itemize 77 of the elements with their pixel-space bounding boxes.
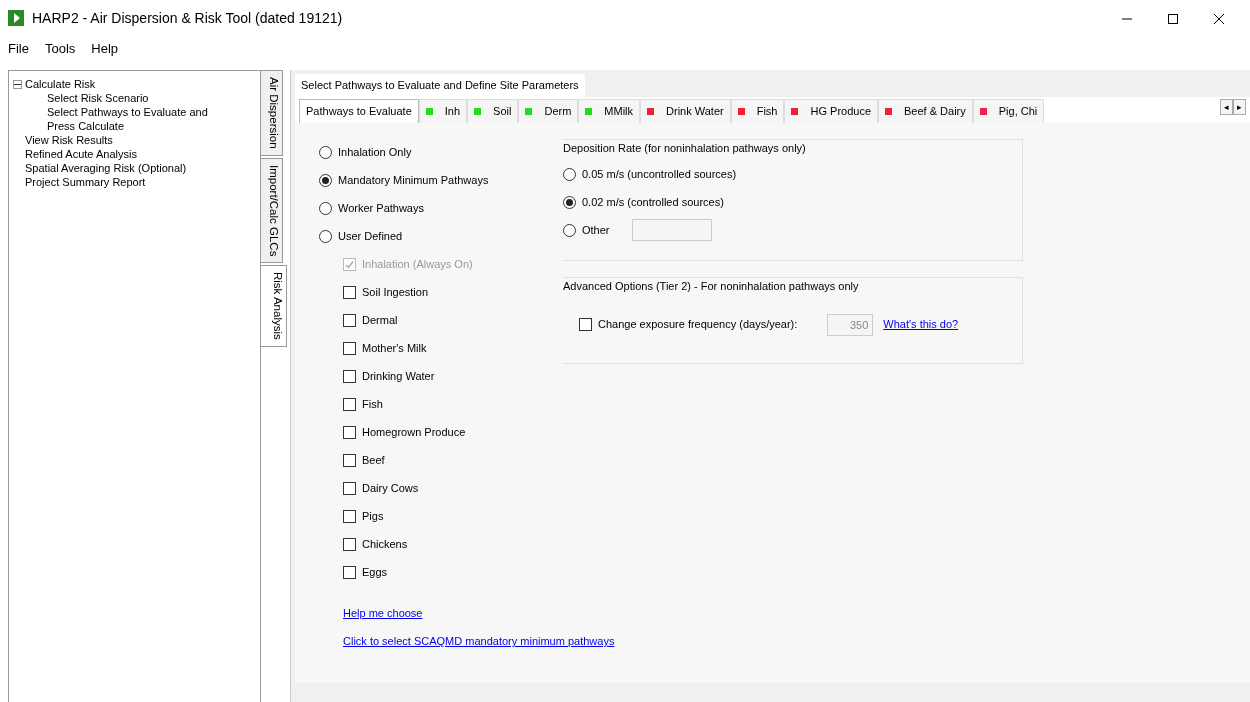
- scroll-button[interactable]: ▸: [1233, 98, 1246, 115]
- checkbox-label: Pigs: [362, 509, 384, 525]
- radio-label: Worker Pathways: [338, 201, 424, 217]
- link[interactable]: What's this do?: [883, 316, 959, 333]
- tree-item[interactable]: Select Risk Scenario: [47, 92, 149, 104]
- tree-item[interactable]: Calculate Risk: [25, 78, 96, 90]
- tab[interactable]: Drink Water: [640, 98, 731, 123]
- checkbox[interactable]: [343, 286, 356, 299]
- window-title: HARP2 - Air Dispersion & Risk Tool (dated 19121): [32, 8, 344, 28]
- group-title: Advanced Options (Tier 2) - For noninhalation pathways only: [563, 279, 860, 294]
- checkbox-label: Mother's Milk: [362, 341, 427, 357]
- radio-button[interactable]: [563, 195, 576, 209]
- side-tab[interactable]: Risk Analysis: [261, 264, 287, 347]
- expander-icon[interactable]: [13, 80, 22, 89]
- radio-button[interactable]: [319, 230, 332, 243]
- tab[interactable]: Beef & Dairy: [878, 98, 973, 123]
- menu-item[interactable]: File: [8, 39, 29, 59]
- checkbox-label: Beef: [362, 453, 385, 469]
- link[interactable]: Help me choose: [343, 606, 423, 619]
- checkbox[interactable]: [343, 426, 356, 439]
- checkbox-label: Dairy Cows: [362, 481, 419, 497]
- checkbox-label: Drinking Water: [362, 369, 435, 385]
- radio-label: Mandatory Minimum Pathways: [338, 173, 489, 189]
- group-title: Deposition Rate (for noninhalation pathways only): [563, 140, 807, 156]
- tree-item[interactable]: Select Pathways to Evaluate and: [47, 106, 208, 118]
- checkbox[interactable]: [343, 398, 356, 411]
- other-rate-field[interactable]: [631, 219, 712, 241]
- checkbox[interactable]: [343, 314, 356, 327]
- checkbox[interactable]: [579, 318, 592, 331]
- checkbox[interactable]: [343, 370, 356, 383]
- tree-item[interactable]: Spatial Averaging Risk (Optional): [25, 162, 187, 174]
- side-tab[interactable]: Air Dispersion: [261, 70, 283, 156]
- radio-label: 0.02 m/s (controlled sources): [582, 194, 724, 210]
- checkbox[interactable]: [343, 566, 356, 579]
- radio-label: 0.05 m/s (uncontrolled sources): [582, 166, 737, 182]
- tab[interactable]: Fish: [730, 98, 785, 123]
- menu-item[interactable]: Tools: [44, 39, 76, 59]
- checkbox-label: Homegrown Produce: [362, 425, 466, 441]
- checkbox[interactable]: [343, 510, 356, 523]
- radio-label: Inhalation Only: [338, 145, 412, 161]
- checkbox[interactable]: [343, 342, 356, 355]
- checkbox-label: Chickens: [362, 537, 408, 553]
- tab[interactable]: Pig, Chi: [972, 98, 1045, 123]
- checkbox[interactable]: [343, 482, 356, 495]
- tab[interactable]: Inh: [418, 98, 468, 123]
- radio-button[interactable]: [563, 223, 576, 237]
- page-tab[interactable]: Select Pathways to Evaluate and Define Site Parameters: [295, 74, 585, 97]
- close-icon: [1213, 12, 1225, 25]
- tab[interactable]: Derm: [518, 98, 579, 123]
- tab[interactable]: Soil: [467, 98, 519, 123]
- checkbox-label: Eggs: [362, 565, 388, 581]
- radio-button[interactable]: [319, 146, 332, 159]
- checkbox-label: Inhalation (Always On): [362, 257, 473, 273]
- menu-item[interactable]: Help: [91, 39, 119, 59]
- app-icon: [8, 10, 24, 26]
- tab[interactable]: Pathways to Evaluate: [299, 98, 419, 123]
- tree-item[interactable]: Refined Acute Analysis: [25, 148, 137, 160]
- checkbox-label: Fish: [362, 397, 383, 413]
- radio-button[interactable]: [319, 174, 332, 187]
- checkbox[interactable]: [343, 538, 356, 551]
- tree-item[interactable]: Project Summary Report: [25, 176, 146, 188]
- radio-label: Other: [582, 222, 610, 238]
- scroll-button[interactable]: ◂: [1220, 98, 1233, 115]
- checkbox-label: Soil Ingestion: [362, 285, 429, 301]
- checkbox-label: Change exposure frequency (days/year):: [598, 317, 798, 333]
- link[interactable]: Click to select SCAQMD mandatory minimum pathways: [343, 635, 615, 647]
- radio-button[interactable]: [319, 202, 332, 215]
- radio-label: User Defined: [338, 229, 403, 245]
- radio-button[interactable]: [563, 167, 576, 181]
- tree-item[interactable]: View Risk Results: [25, 134, 113, 146]
- tree-item[interactable]: Press Calculate: [47, 120, 125, 132]
- maximize-icon: [1167, 12, 1179, 25]
- checkbox-label: Dermal: [362, 313, 398, 329]
- checkbox[interactable]: [343, 454, 356, 467]
- tab[interactable]: MMilk: [578, 98, 641, 123]
- tab[interactable]: HG Produce: [784, 98, 878, 123]
- side-tab[interactable]: Import/Calc GLCs: [261, 157, 283, 263]
